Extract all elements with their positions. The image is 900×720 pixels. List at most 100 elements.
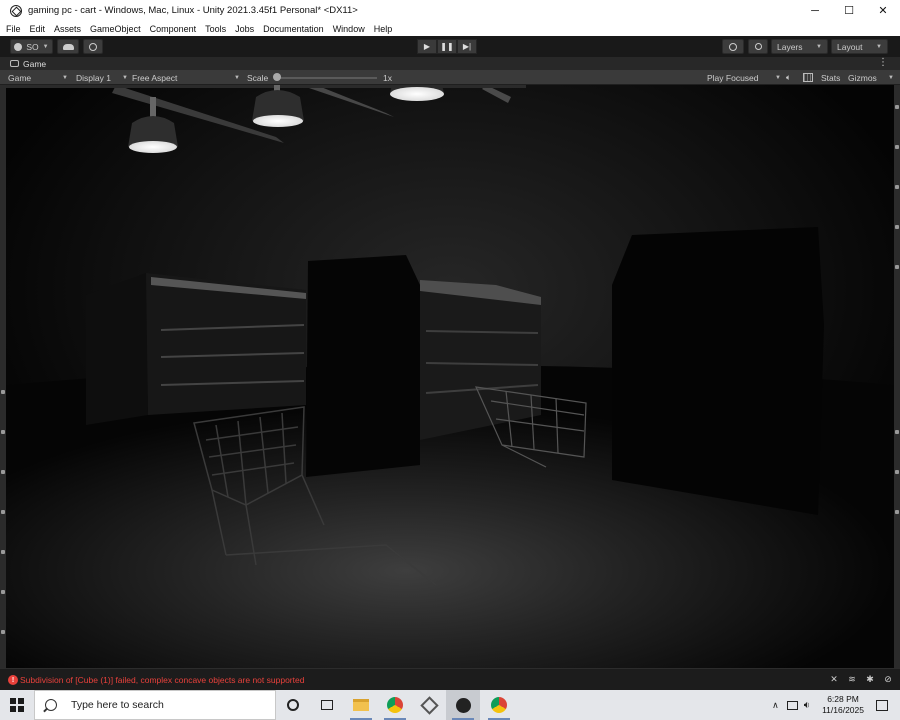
taskbar-chrome-2[interactable]: [482, 690, 516, 720]
search-button[interactable]: [748, 39, 768, 54]
speaker-icon: 🔈︎: [786, 72, 792, 82]
wand-icon[interactable]: ✕: [828, 673, 840, 685]
taskbar-search-input[interactable]: [71, 699, 271, 711]
gamepad-icon: [10, 60, 19, 67]
start-button[interactable]: [0, 690, 34, 720]
cortana-button[interactable]: [276, 690, 310, 720]
more-options-icon[interactable]: ⋮: [878, 57, 888, 68]
play-icon: ▶: [423, 42, 431, 51]
console-status-bar[interactable]: ! Subdivision of [Cube (1)] failed, comp…: [0, 668, 900, 690]
stats-button[interactable]: Stats: [821, 71, 840, 84]
chrome-icon: [387, 697, 403, 713]
task-view-button[interactable]: [310, 690, 344, 720]
maximize-button[interactable]: ☐: [832, 0, 866, 21]
playback-controls: ▶ ❚❚ ▶|: [417, 39, 477, 54]
play-button[interactable]: ▶: [417, 39, 437, 54]
account-dropdown[interactable]: SO ▼: [10, 39, 53, 54]
bug-icon[interactable]: ✱: [864, 673, 876, 685]
taskbar-chrome[interactable]: [378, 690, 412, 720]
clock-date: 11/16/2025: [822, 705, 864, 715]
layout-dropdown[interactable]: Layout ▼: [831, 39, 888, 54]
chevron-down-icon: ▼: [775, 74, 781, 81]
unity-icon: [455, 697, 471, 713]
menu-assets[interactable]: Assets: [54, 24, 81, 34]
step-button[interactable]: ▶|: [457, 39, 477, 54]
play-mode-label: Play Focused: [707, 72, 759, 83]
panel-tab-bar: Game ⋮: [0, 57, 900, 70]
scale-slider-track[interactable]: [277, 77, 377, 79]
history-button[interactable]: [722, 39, 744, 54]
display-dropdown[interactable]: Display 1 ▼: [76, 71, 128, 84]
windows-logo-icon: [10, 698, 24, 712]
menu-edit[interactable]: Edit: [30, 24, 46, 34]
mute-audio-button[interactable]: 🔈︎: [786, 71, 791, 84]
cloud-button[interactable]: [57, 39, 79, 54]
menu-file[interactable]: File: [6, 24, 21, 34]
tab-game[interactable]: Game: [6, 57, 52, 70]
scale-value: 1x: [383, 72, 392, 83]
unity-logo-icon: [10, 4, 22, 17]
notifications-icon[interactable]: [876, 699, 888, 711]
task-view-icon: [321, 700, 333, 710]
scale-label: Scale: [247, 72, 269, 83]
gizmos-label: Gizmos: [848, 72, 877, 83]
chevron-down-icon: ▼: [122, 74, 128, 81]
chrome-icon: [491, 697, 507, 713]
chevron-down-icon: ▼: [816, 43, 822, 50]
menu-jobs[interactable]: Jobs: [235, 24, 254, 34]
account-icon: [14, 42, 23, 51]
taskbar-file-explorer[interactable]: [344, 690, 378, 720]
stats-overlay-toggle[interactable]: [803, 71, 816, 84]
error-message[interactable]: Subdivision of [Cube (1)] failed, comple…: [20, 675, 304, 685]
chevron-up-icon[interactable]: ∧: [772, 700, 779, 711]
menu-documentation[interactable]: Documentation: [263, 24, 324, 34]
title-bar: gaming pc - cart - Windows, Mac, Linux -…: [0, 0, 900, 21]
chevron-down-icon: ▼: [876, 43, 882, 50]
gizmos-dropdown[interactable]: Gizmos ▼: [848, 71, 894, 84]
chevron-down-icon: ▼: [42, 43, 49, 50]
aspect-dropdown[interactable]: Free Aspect ▼: [132, 71, 240, 84]
layers-dropdown[interactable]: Layers ▼: [771, 39, 828, 54]
menu-bar: File Edit Assets GameObject Component To…: [0, 21, 900, 36]
game-toolbar: Game ▼ Display 1 ▼ Free Aspect ▼ Scale 1…: [0, 70, 900, 85]
account-label: SO: [26, 41, 39, 52]
tab-game-label: Game: [23, 58, 47, 69]
window-title: gaming pc - cart - Windows, Mac, Linux -…: [28, 5, 358, 16]
status-icons: ✕ ≋ ✱ ⊘: [828, 673, 894, 685]
menu-help[interactable]: Help: [374, 24, 393, 34]
window-controls: ─ ☐ ✕: [798, 0, 900, 21]
volume-icon[interactable]: 🔉︎: [804, 700, 810, 711]
menu-component[interactable]: Component: [150, 24, 197, 34]
taskbar-unity-editor[interactable]: [446, 690, 480, 720]
collab-button[interactable]: [83, 39, 103, 54]
collab-icon: [89, 42, 97, 51]
close-button[interactable]: ✕: [866, 0, 900, 21]
main-toolbar: SO ▼ ▶ ❚❚ ▶| Layers ▼ Layout ▼: [0, 36, 900, 57]
layers-label: Layers: [777, 41, 803, 52]
menu-tools[interactable]: Tools: [205, 24, 226, 34]
game-viewport[interactable]: [6, 85, 894, 668]
play-mode-dropdown[interactable]: Play Focused ▼: [707, 71, 781, 84]
system-tray: ∧ 🔉︎ 6:28 PM 11/16/2025: [772, 690, 900, 720]
network-icon[interactable]: [786, 700, 798, 710]
menu-gameobject[interactable]: GameObject: [90, 24, 141, 34]
minimize-button[interactable]: ─: [798, 0, 832, 21]
chevron-down-icon: ▼: [888, 74, 894, 81]
cortana-icon: [287, 699, 299, 711]
aspect-label: Free Aspect: [132, 72, 178, 83]
check-icon[interactable]: ⊘: [882, 673, 894, 685]
game-mode-dropdown[interactable]: Game ▼: [8, 71, 68, 84]
scale-slider-handle[interactable]: [273, 73, 281, 81]
step-icon: ▶|: [462, 42, 472, 51]
clock-time: 6:28 PM: [827, 694, 859, 704]
layers-icon[interactable]: ≋: [846, 673, 858, 685]
taskbar-search[interactable]: [34, 690, 276, 720]
pause-button[interactable]: ❚❚: [437, 39, 457, 54]
scene-render: [6, 85, 894, 668]
menu-window[interactable]: Window: [333, 24, 365, 34]
clock[interactable]: 6:28 PM 11/16/2025: [822, 694, 864, 716]
taskbar-unity-hub[interactable]: [412, 690, 446, 720]
history-icon: [729, 42, 737, 51]
error-icon: !: [8, 675, 18, 685]
pause-icon: ❚❚: [440, 42, 454, 51]
